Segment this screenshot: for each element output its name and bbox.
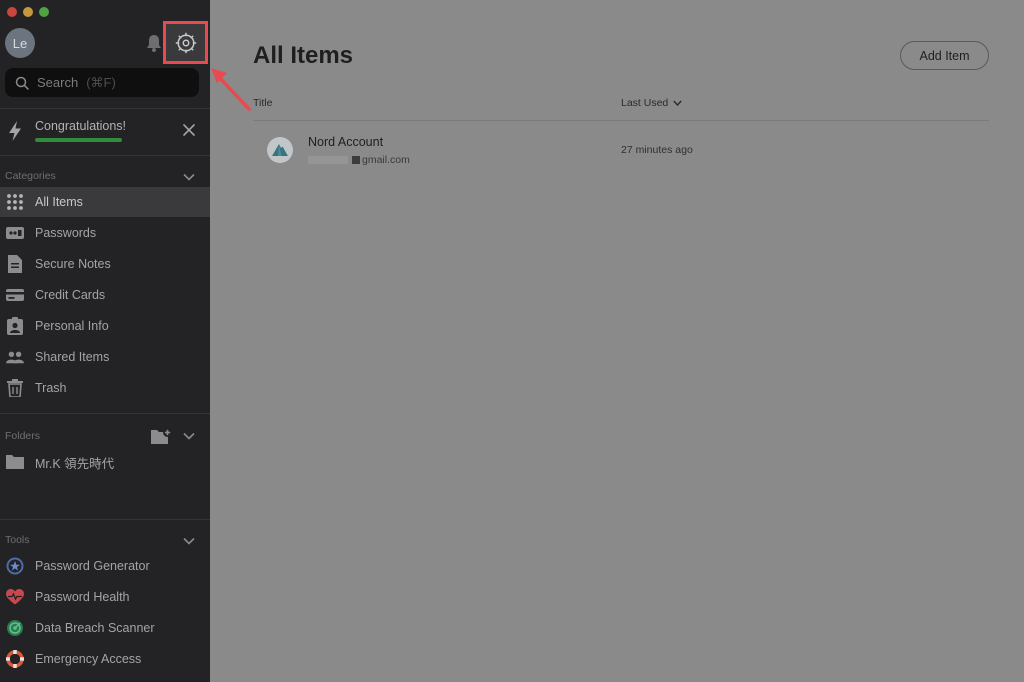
sidebar-item-label: Password Generator: [35, 559, 150, 573]
id-card-icon: [6, 317, 24, 335]
item-last-used: 27 minutes ago: [621, 144, 693, 156]
credit-card-icon: [6, 286, 24, 304]
add-folder-icon[interactable]: [151, 428, 172, 444]
sidebar-item-label: Trash: [35, 381, 67, 395]
chevron-down-icon[interactable]: [183, 537, 195, 545]
redacted-block: [308, 156, 348, 164]
generator-icon: [6, 557, 24, 575]
folders-label: Folders: [5, 430, 41, 442]
sidebar-item-label: All Items: [35, 195, 83, 209]
sidebar-item-password-health[interactable]: Password Health: [0, 582, 210, 612]
column-header-title[interactable]: Title: [253, 97, 272, 109]
sidebar-item-all-items[interactable]: All Items: [0, 187, 210, 217]
annotation-arrow-icon: [211, 68, 251, 111]
nord-logo-icon: [267, 137, 293, 163]
search-shortcut: (⌘F): [86, 74, 116, 90]
add-item-button[interactable]: Add Item: [900, 41, 989, 70]
sidebar-item-label: Password Health: [35, 590, 130, 604]
table-header-divider: [253, 120, 989, 121]
chevron-down-icon[interactable]: [183, 173, 195, 181]
main-content: All Items Add Item Title Last Used Nord …: [210, 0, 1024, 682]
sidebar-item-folder[interactable]: Mr.K 領先時代: [0, 447, 210, 477]
tools-label: Tools: [5, 534, 30, 546]
sidebar: Le Search (⌘F) Congratulations! Categori…: [0, 0, 210, 682]
item-name: Nord Account: [308, 135, 384, 149]
sidebar-item-label: Credit Cards: [35, 288, 106, 302]
sidebar-item-label: Mr.K 領先時代: [35, 456, 115, 471]
scanner-icon: [6, 619, 24, 637]
sidebar-item-emergency-access[interactable]: Emergency Access: [0, 644, 210, 674]
folder-icon: [6, 453, 24, 471]
search-placeholder: Search: [37, 75, 79, 90]
redacted-block: [352, 156, 360, 164]
lifebuoy-icon: [6, 650, 24, 668]
sidebar-item-secure-notes[interactable]: Secure Notes: [0, 249, 210, 279]
close-icon[interactable]: [182, 123, 196, 137]
zoom-window-button[interactable]: [39, 7, 49, 17]
chevron-down-icon[interactable]: [183, 432, 195, 440]
sidebar-item-label: Emergency Access: [35, 652, 142, 666]
sidebar-item-password-generator[interactable]: Password Generator: [0, 551, 210, 581]
sidebar-item-label: Passwords: [35, 226, 97, 240]
notification-banner: Congratulations!: [0, 110, 210, 154]
notification-message: Congratulations!: [35, 119, 127, 133]
close-window-button[interactable]: [7, 7, 17, 17]
search-input[interactable]: Search (⌘F): [5, 68, 199, 97]
settings-button[interactable]: [163, 21, 208, 64]
column-header-last-used[interactable]: Last Used: [621, 97, 682, 109]
item-email-domain: gmail.com: [362, 154, 410, 166]
minimize-window-button[interactable]: [23, 7, 33, 17]
search-icon: [15, 76, 29, 90]
divider: [0, 413, 210, 414]
table-row[interactable]: Nord Account gmail.com 27 minutes ago: [253, 128, 989, 173]
sidebar-item-personal-info[interactable]: Personal Info: [0, 311, 210, 341]
progress-bar: [35, 138, 122, 142]
password-icon: [6, 224, 24, 242]
window-controls: [7, 7, 49, 17]
note-icon: [6, 255, 24, 273]
trash-icon: [6, 379, 24, 397]
grid-icon: [6, 193, 24, 211]
item-subtitle: gmail.com: [308, 154, 410, 166]
divider: [0, 519, 210, 520]
page-title: All Items: [253, 42, 354, 69]
bell-icon[interactable]: [144, 33, 164, 53]
categories-label: Categories: [5, 170, 56, 182]
sidebar-item-trash[interactable]: Trash: [0, 373, 210, 403]
column-header-label: Last Used: [621, 97, 669, 109]
sidebar-item-data-breach-scanner[interactable]: Data Breach Scanner: [0, 613, 210, 643]
chevron-down-icon: [673, 100, 682, 106]
sidebar-item-label: Shared Items: [35, 350, 110, 364]
sidebar-item-label: Secure Notes: [35, 257, 111, 271]
heart-icon: [6, 588, 24, 606]
sidebar-item-label: Data Breach Scanner: [35, 621, 155, 635]
sidebar-item-credit-cards[interactable]: Credit Cards: [0, 280, 210, 310]
avatar[interactable]: Le: [5, 28, 35, 58]
sidebar-item-label: Personal Info: [35, 319, 109, 333]
divider: [0, 108, 210, 109]
sidebar-item-shared-items[interactable]: Shared Items: [0, 342, 210, 372]
gear-icon: [175, 32, 196, 53]
bolt-icon: [9, 121, 21, 141]
sidebar-item-passwords[interactable]: Passwords: [0, 218, 210, 248]
divider: [0, 155, 210, 156]
people-icon: [6, 348, 24, 366]
